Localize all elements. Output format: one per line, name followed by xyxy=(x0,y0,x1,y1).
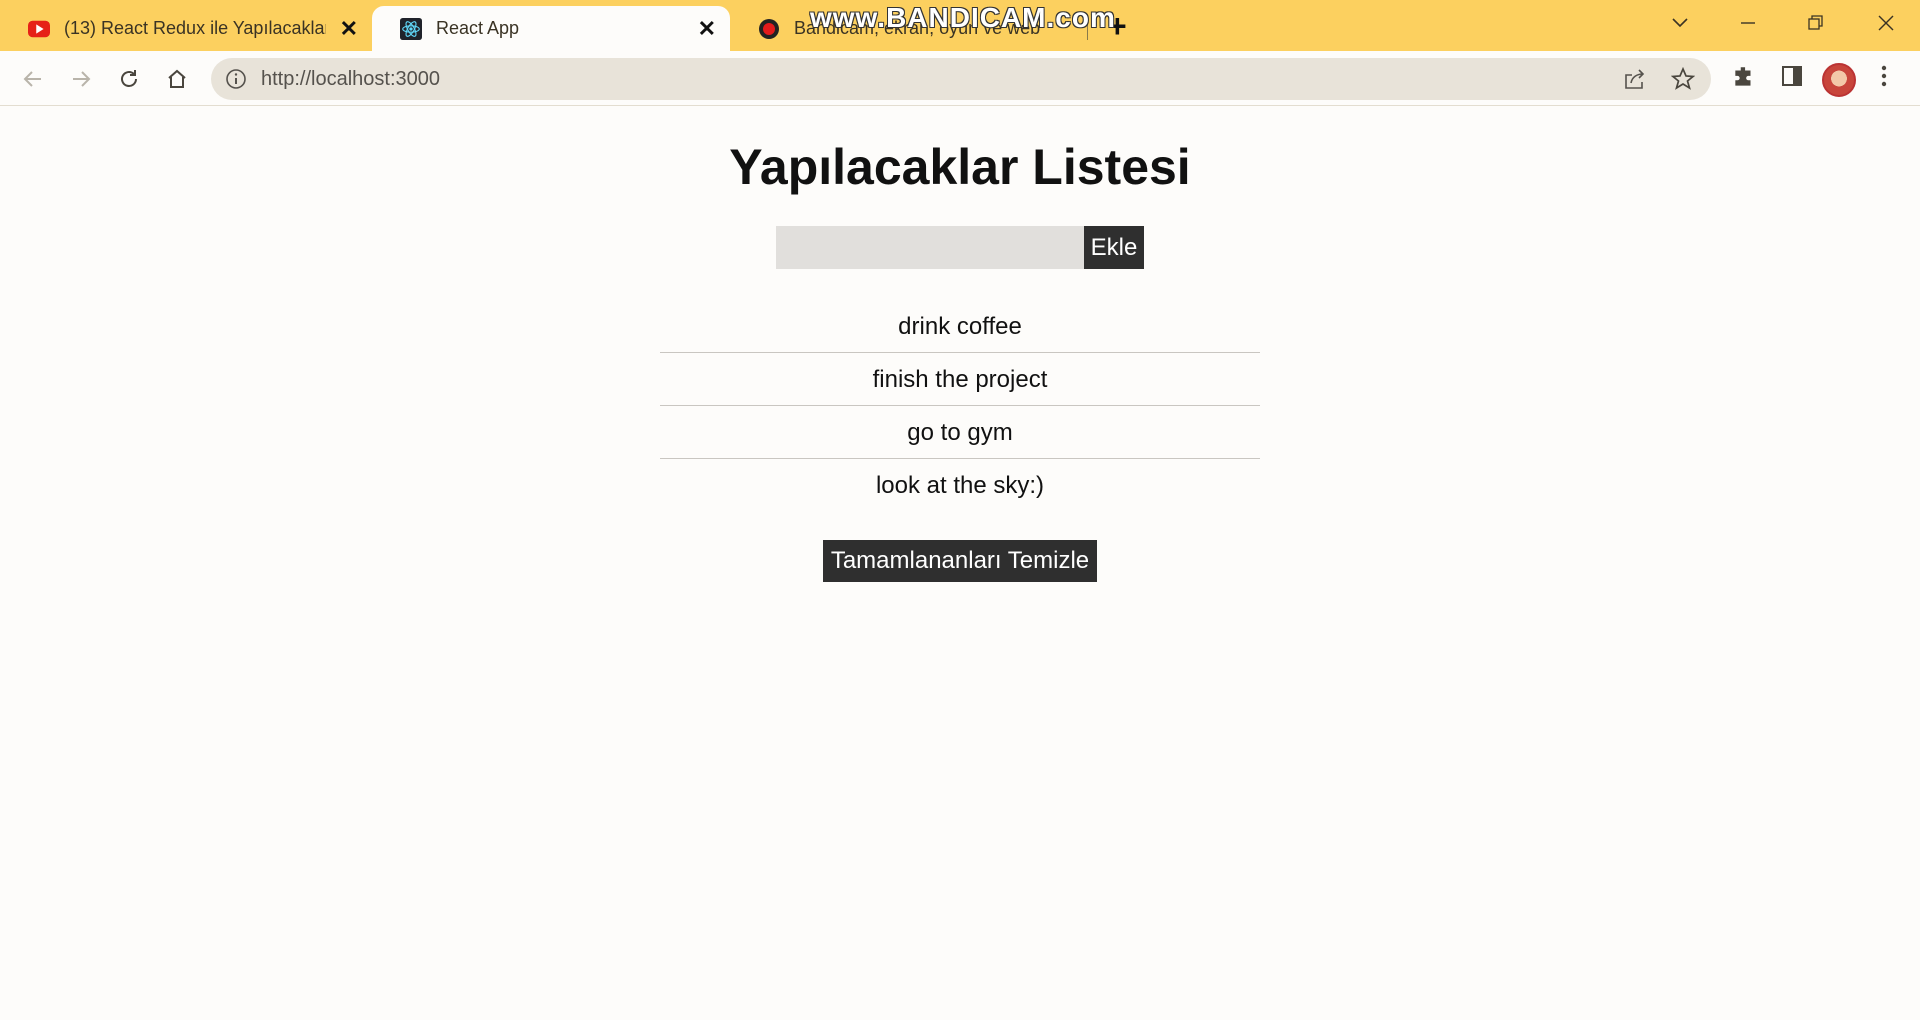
close-icon[interactable]: ✕ xyxy=(340,17,358,40)
extensions-icon[interactable] xyxy=(1731,64,1757,95)
todo-item[interactable]: look at the sky:) xyxy=(660,459,1260,512)
close-window-icon[interactable] xyxy=(1866,8,1906,38)
youtube-icon xyxy=(28,18,50,40)
avatar[interactable] xyxy=(1822,63,1856,97)
todo-item[interactable]: finish the project xyxy=(660,353,1260,406)
todo-item[interactable]: drink coffee xyxy=(660,300,1260,353)
restore-icon[interactable] xyxy=(1796,8,1836,38)
page-content: Yapılacaklar Listesi Ekle drink coffee f… xyxy=(0,106,1920,1020)
bandicam-watermark: www.BANDICAM.com xyxy=(810,2,1116,33)
back-icon[interactable] xyxy=(15,61,51,97)
tab-title: React App xyxy=(436,18,520,38)
tab-youtube[interactable]: (13) React Redux ile Yapılacaklar Listes… xyxy=(0,6,372,51)
url-text: http://localhost:3000 xyxy=(261,68,441,90)
record-icon xyxy=(758,18,780,40)
close-icon[interactable]: ✕ xyxy=(698,17,716,40)
share-icon[interactable] xyxy=(1623,67,1647,96)
clear-completed-button[interactable]: Tamamlananları Temizle xyxy=(823,540,1097,582)
react-icon xyxy=(400,17,422,40)
todo-input[interactable] xyxy=(776,226,1084,269)
menu-kebab-icon[interactable] xyxy=(1880,64,1888,93)
tab-title: (13) React Redux ile Yapılacaklar Listes… xyxy=(64,18,326,38)
address-bar[interactable]: http://localhost:3000 xyxy=(211,58,1711,100)
bookmark-star-icon[interactable] xyxy=(1670,66,1696,96)
side-panel-icon[interactable] xyxy=(1780,64,1804,93)
reload-icon[interactable] xyxy=(111,61,147,97)
minimize-icon[interactable] xyxy=(1728,8,1768,38)
browser-tab-strip: (13) React Redux ile Yapılacaklar Listes… xyxy=(0,0,1920,51)
site-info-icon[interactable] xyxy=(225,68,247,95)
todo-list: drink coffee finish the project go to gy… xyxy=(660,300,1260,512)
home-icon[interactable] xyxy=(159,61,195,97)
browser-toolbar: http://localhost:3000 xyxy=(0,51,1920,106)
forward-icon[interactable] xyxy=(63,61,99,97)
todo-item[interactable]: go to gym xyxy=(660,406,1260,459)
tab-react-app[interactable]: React App ✕ xyxy=(372,6,730,51)
page-title: Yapılacaklar Listesi xyxy=(729,139,1191,195)
tab-search-chevron-icon[interactable] xyxy=(1660,8,1700,38)
add-todo-form: Ekle xyxy=(776,226,1144,269)
add-button[interactable]: Ekle xyxy=(1084,226,1144,269)
